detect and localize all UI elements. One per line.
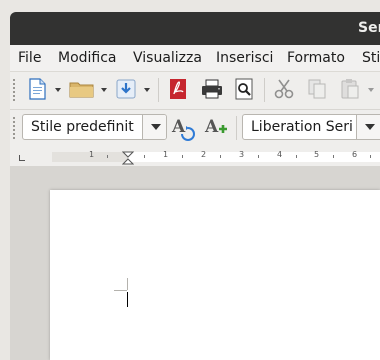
copy-icon[interactable] <box>306 78 328 100</box>
ruler-tick <box>144 155 145 158</box>
ruler-label: 3 <box>239 150 245 159</box>
ruler-tick <box>370 155 371 158</box>
left-window-edge <box>0 12 10 360</box>
window-title: Ser <box>358 20 380 36</box>
toolbar-grip[interactable] <box>13 117 17 139</box>
text-cursor <box>127 292 128 307</box>
ruler-tick <box>220 155 221 158</box>
ruler-label: 2 <box>201 150 207 159</box>
paste-icon[interactable] <box>339 78 361 100</box>
document-page[interactable] <box>50 190 380 360</box>
standard-toolbar <box>10 72 380 110</box>
text-boundary-mark <box>114 290 127 291</box>
new-document-dropdown-icon[interactable] <box>55 88 61 92</box>
ruler-scale: 1 1 2 3 4 5 6 <box>52 150 380 162</box>
text-boundary-mark <box>127 278 128 290</box>
font-name-dropdown-button[interactable] <box>356 115 380 139</box>
new-document-icon[interactable] <box>26 78 48 100</box>
tab-stop-selector-icon[interactable] <box>19 155 25 161</box>
menu-bar: File Modifica Visualizza Inserisci Forma… <box>10 45 380 72</box>
menu-visualizza[interactable]: Visualizza <box>133 50 202 66</box>
toolbar-separator <box>158 78 159 102</box>
toolbar-separator <box>236 116 237 140</box>
menu-stili[interactable]: Sti <box>362 50 380 66</box>
formatting-toolbar: Stile predefinit A A Liberation Seri <box>10 110 380 146</box>
paragraph-style-combo[interactable]: Stile predefinit <box>22 114 167 140</box>
chevron-down-icon <box>365 124 375 130</box>
paragraph-style-value: Stile predefinit <box>31 119 134 135</box>
toolbar-grip[interactable] <box>13 79 17 101</box>
paste-dropdown-icon[interactable] <box>368 88 374 92</box>
cut-icon[interactable] <box>273 78 295 100</box>
ruler-label: 1 <box>89 150 95 159</box>
horizontal-ruler[interactable]: 1 1 2 3 4 5 6 <box>10 146 380 166</box>
ruler-label: 1 <box>163 150 169 159</box>
update-style-icon[interactable]: A <box>170 115 196 141</box>
ruler-tick <box>258 155 259 158</box>
print-preview-icon[interactable] <box>233 78 255 100</box>
export-pdf-icon[interactable] <box>167 78 189 100</box>
toolbar-separator <box>264 78 265 102</box>
menu-formato[interactable]: Formato <box>287 50 345 66</box>
open-folder-icon[interactable] <box>69 79 95 101</box>
ruler-tick <box>333 155 334 158</box>
menu-modifica[interactable]: Modifica <box>58 50 117 66</box>
menu-inserisci[interactable]: Inserisci <box>216 50 273 66</box>
save-icon[interactable] <box>115 78 137 100</box>
ruler-label: 4 <box>277 150 283 159</box>
chevron-down-icon <box>151 124 161 130</box>
font-name-value: Liberation Seri <box>251 119 353 135</box>
document-workspace <box>10 166 380 360</box>
ruler-label: 5 <box>314 150 320 159</box>
font-name-combo[interactable]: Liberation Seri <box>242 114 380 140</box>
print-icon[interactable] <box>200 78 224 100</box>
menu-file[interactable]: File <box>18 50 41 66</box>
svg-text:A: A <box>171 117 186 137</box>
new-style-icon[interactable]: A <box>203 115 229 141</box>
open-dropdown-icon[interactable] <box>101 88 107 92</box>
svg-text:A: A <box>204 117 219 137</box>
save-dropdown-icon[interactable] <box>144 88 150 92</box>
title-bar: Ser <box>10 12 380 45</box>
ruler-tick <box>296 155 297 158</box>
ruler-label: 6 <box>352 150 358 159</box>
ruler-tick <box>182 155 183 158</box>
ruler-tick <box>107 155 108 158</box>
paragraph-style-dropdown-button[interactable] <box>142 115 166 139</box>
